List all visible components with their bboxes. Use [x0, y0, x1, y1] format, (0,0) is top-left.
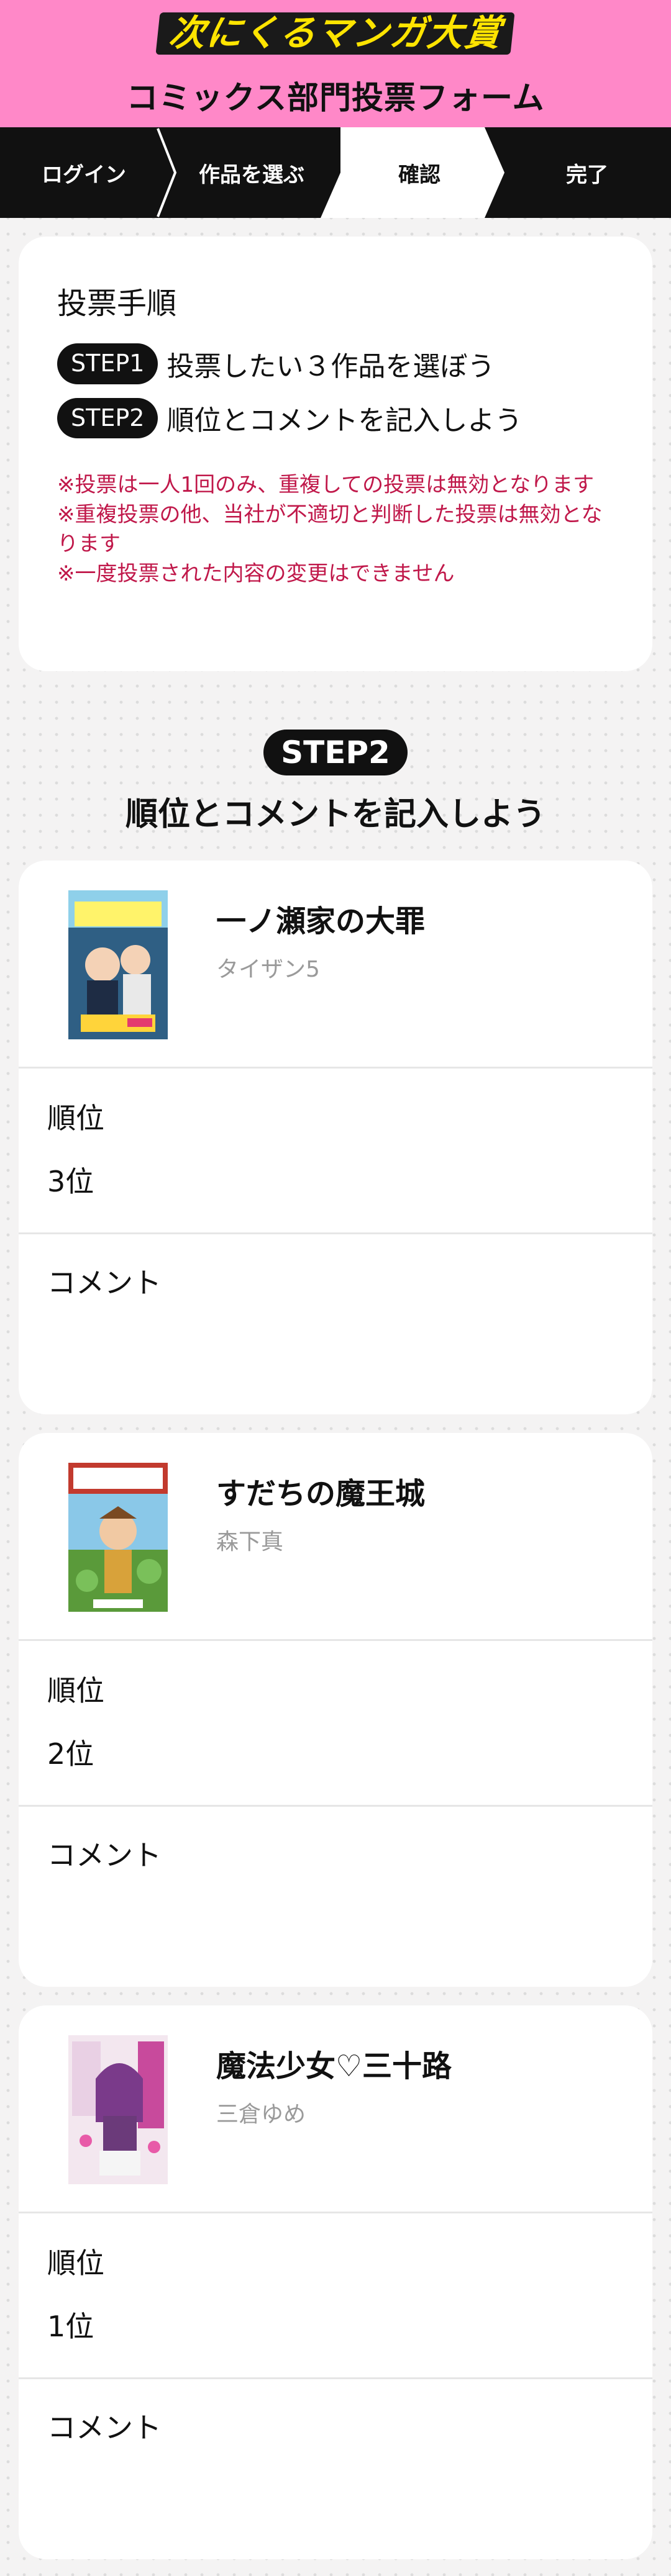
work-author: 森下真 [216, 1529, 284, 1555]
work-header: 一ノ瀬家の大罪 タイザン5 [19, 861, 652, 1069]
work-title: 一ノ瀬家の大罪 [216, 904, 426, 939]
work-author: タイザン5 [216, 957, 320, 982]
step2-section-badge: STEP2 [263, 730, 408, 775]
comment-label: コメント [47, 2411, 162, 2444]
rank-field[interactable]: 順位 3位 [19, 1069, 652, 1234]
rank-field[interactable]: 順位 2位 [19, 1641, 652, 1807]
work-header: 魔法少女♡三十路 三倉ゆめ [19, 2005, 652, 2213]
rank-value[interactable]: 2位 [47, 1732, 652, 1773]
cover-sudachi-icon [68, 1463, 168, 1612]
instructions-title: 投票手順 [57, 286, 177, 321]
step1-badge: STEP1 [57, 343, 158, 384]
comment-field[interactable]: コメント [19, 2379, 652, 2446]
note-item: ※重複投票の他、当社が不適切と判断した投票は無効となります [57, 502, 603, 557]
step2-section-header: STEP2 順位とコメントを記入しよう [0, 730, 671, 834]
note-item: ※一度投票された内容の変更はできません [57, 561, 455, 586]
step2-badge: STEP2 [57, 397, 158, 439]
work-title: すだちの魔王城 [216, 1476, 426, 1511]
work-card: 魔法少女♡三十路 三倉ゆめ 順位 1位 コメント [19, 2005, 652, 2559]
cover-ichinose-icon [68, 890, 168, 1039]
cover-mahou-icon [68, 2035, 168, 2184]
logo[interactable]: 次にくるマンガ大賞 [155, 9, 516, 58]
rank-field[interactable]: 順位 1位 [19, 2213, 652, 2379]
comment-label: コメント [47, 1266, 162, 1299]
step-complete: 完了 [566, 162, 608, 188]
comment-field[interactable]: コメント [19, 1234, 652, 1301]
step-select-works: 作品を選ぶ [199, 162, 304, 188]
instruction-step-1: STEP1 投票したい３作品を選ぼう [57, 343, 614, 384]
note-item: ※投票は一人1回のみ、重複しての投票は無効となります [57, 472, 595, 498]
work-card: 一ノ瀬家の大罪 タイザン5 順位 3位 コメント [19, 861, 652, 1414]
work-header: すだちの魔王城 森下真 [19, 1433, 652, 1641]
rank-value[interactable]: 3位 [47, 1159, 652, 1200]
voting-notes: ※投票は一人1回のみ、重複しての投票は無効となります ※重複投票の他、当社が不適… [57, 471, 614, 589]
comment-field[interactable]: コメント [19, 1807, 652, 1874]
step2-text: 順位とコメントを記入しよう [167, 405, 523, 437]
step1-text: 投票したい３作品を選ぼう [167, 350, 495, 382]
step-login: ログイン [42, 162, 126, 188]
voting-instructions-card: 投票手順 STEP1 投票したい３作品を選ぼう STEP2 順位とコメントを記入… [19, 237, 652, 671]
step2-section-title: 順位とコメントを記入しよう [125, 796, 545, 833]
logo-text[interactable]: 次にくるマンガ大賞 [155, 12, 516, 55]
step-confirm: 確認 [398, 162, 440, 188]
rank-label: 順位 [47, 1674, 104, 1707]
work-author: 三倉ゆめ [216, 2102, 306, 2127]
work-card: すだちの魔王城 森下真 順位 2位 コメント [19, 1433, 652, 1987]
instruction-step-2: STEP2 順位とコメントを記入しよう [57, 397, 614, 439]
site-header: 次にくるマンガ大賞 コミックス部門投票フォーム [0, 0, 671, 127]
rank-value[interactable]: 1位 [47, 2304, 652, 2345]
work-title: 魔法少女♡三十路 [216, 2049, 452, 2084]
step-navigation: ログイン 作品を選ぶ 確認 完了 [0, 127, 671, 218]
comment-label: コメント [47, 1838, 162, 1872]
page-title: コミックス部門投票フォーム [126, 80, 545, 117]
rank-label: 順位 [47, 1101, 104, 1135]
rank-label: 順位 [47, 2246, 104, 2280]
